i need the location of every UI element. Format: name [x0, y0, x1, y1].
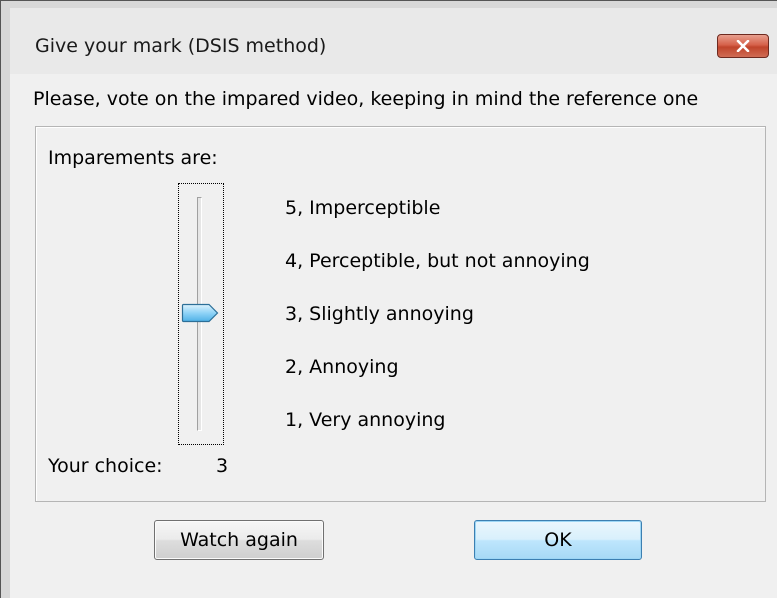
dialog-body: Please, vote on the impared video, keepi… [10, 74, 777, 598]
close-button[interactable] [717, 34, 769, 58]
close-icon [736, 40, 750, 52]
title-bar[interactable]: Give your mark (DSIS method) [10, 8, 777, 74]
rating-group: Imparements are: 5, Imperceptible 4, Perc… [35, 126, 766, 502]
window-title: Give your mark (DSIS method) [35, 35, 327, 57]
scale-label-2: 2, Annoying [285, 356, 399, 378]
slider-thumb[interactable] [181, 303, 219, 323]
scale-label-5: 5, Imperceptible [285, 197, 441, 219]
your-choice-label: Your choice: [48, 455, 163, 477]
instruction-text: Please, vote on the impared video, keepi… [33, 88, 699, 110]
group-caption: Imparements are: [48, 147, 218, 169]
scale-label-3: 3, Slightly annoying [285, 303, 474, 325]
scale-label-4: 4, Perceptible, but not annoying [285, 250, 590, 272]
scale-label-1: 1, Very annoying [285, 409, 446, 431]
ok-button[interactable]: OK [474, 520, 642, 560]
watch-again-button[interactable]: Watch again [154, 520, 324, 560]
your-choice-value: 3 [216, 455, 229, 477]
